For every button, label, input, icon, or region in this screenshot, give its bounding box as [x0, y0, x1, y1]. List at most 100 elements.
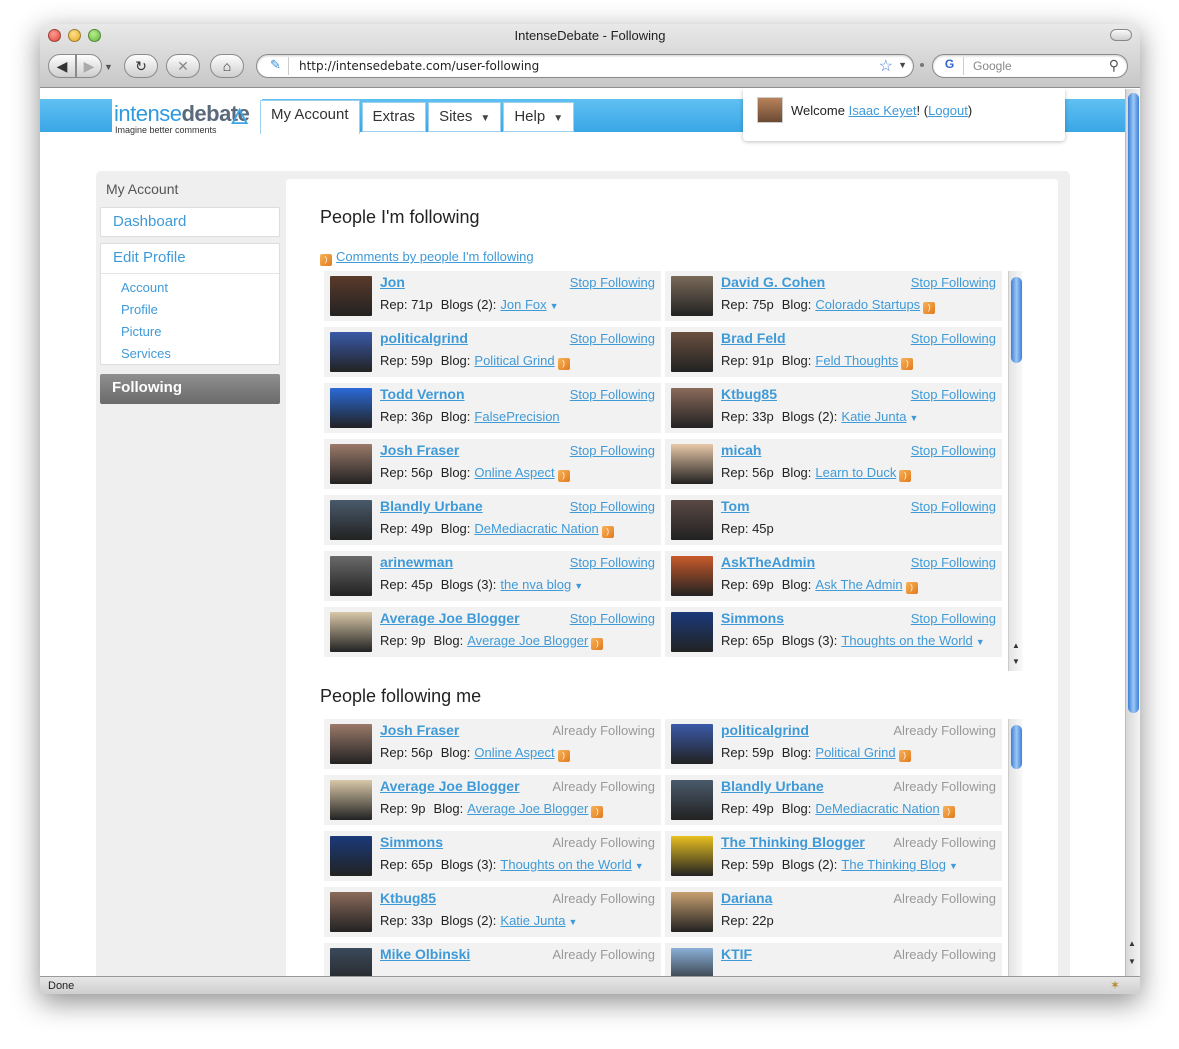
- avatar[interactable]: [671, 332, 713, 372]
- rss-icon[interactable]: ): [899, 470, 912, 482]
- avatar[interactable]: [330, 276, 372, 316]
- blog-link[interactable]: Political Grind: [474, 353, 554, 368]
- avatar[interactable]: [330, 948, 372, 976]
- avatar[interactable]: [671, 724, 713, 764]
- avatar[interactable]: [330, 332, 372, 372]
- blog-link[interactable]: the nva blog: [500, 577, 571, 592]
- chevron-down-icon[interactable]: ▼: [909, 413, 918, 423]
- tab-help[interactable]: Help ▼: [503, 102, 575, 132]
- avatar[interactable]: [330, 724, 372, 764]
- blog-link[interactable]: FalsePrecision: [474, 409, 559, 424]
- user-name-link[interactable]: AskTheAdmin: [721, 554, 815, 570]
- page-scrollbar-thumb[interactable]: [1128, 93, 1139, 713]
- stop-following-link[interactable]: Stop Following: [570, 443, 655, 458]
- address-bar[interactable]: ✎ http://intensedebate.com/user-followin…: [256, 54, 914, 78]
- home-button[interactable]: ⌂: [210, 54, 244, 78]
- stop-following-link[interactable]: Stop Following: [911, 499, 996, 514]
- user-name-link[interactable]: arinewman: [380, 554, 453, 570]
- avatar[interactable]: [671, 444, 713, 484]
- stop-following-link[interactable]: Stop Following: [911, 443, 996, 458]
- blog-link[interactable]: Average Joe Blogger: [467, 633, 588, 648]
- user-name-link[interactable]: KTIF: [721, 946, 752, 962]
- chevron-down-icon[interactable]: ▼: [550, 301, 559, 311]
- stop-following-link[interactable]: Stop Following: [911, 387, 996, 402]
- user-name-link[interactable]: Josh Fraser: [380, 722, 459, 738]
- avatar[interactable]: [330, 780, 372, 820]
- blog-link[interactable]: Katie Junta: [500, 913, 565, 928]
- user-name-link[interactable]: Ktbug85: [721, 386, 777, 402]
- user-name-link[interactable]: Brad Feld: [721, 330, 786, 346]
- reload-button[interactable]: ↻: [124, 54, 158, 78]
- stop-following-link[interactable]: Stop Following: [570, 387, 655, 402]
- avatar[interactable]: [330, 892, 372, 932]
- blog-link[interactable]: Thoughts on the World: [841, 633, 972, 648]
- chevron-down-icon[interactable]: ▼: [568, 917, 577, 927]
- scrollbar-thumb[interactable]: [1011, 725, 1022, 769]
- stop-button[interactable]: ✕: [166, 54, 200, 78]
- rss-icon[interactable]: ): [557, 358, 570, 370]
- blog-link[interactable]: DeMediacratic Nation: [474, 521, 598, 536]
- avatar[interactable]: [671, 276, 713, 316]
- sidebar-item-account[interactable]: Account: [121, 277, 279, 299]
- scroll-up-icon[interactable]: ▲: [1012, 641, 1020, 650]
- blog-link[interactable]: Feld Thoughts: [815, 353, 898, 368]
- scroll-down-icon[interactable]: ▼: [1012, 657, 1020, 666]
- avatar[interactable]: [330, 444, 372, 484]
- user-name-link[interactable]: Blandly Urbane: [721, 778, 824, 794]
- rss-icon[interactable]: ): [557, 470, 570, 482]
- search-engine-icon[interactable]: G: [936, 57, 964, 75]
- blog-link[interactable]: Political Grind: [815, 745, 895, 760]
- search-bar[interactable]: G Google ⚲: [932, 54, 1128, 78]
- forward-button[interactable]: ▶: [76, 54, 102, 78]
- avatar[interactable]: [671, 948, 713, 976]
- user-name-link[interactable]: Average Joe Blogger: [380, 778, 520, 794]
- back-button[interactable]: ◀: [48, 54, 76, 78]
- user-name-link[interactable]: Ktbug85: [380, 890, 436, 906]
- scroll-down-icon[interactable]: ▼: [1128, 957, 1136, 966]
- chevron-down-icon[interactable]: ▼: [976, 637, 985, 647]
- user-name-link[interactable]: Average Joe Blogger: [380, 610, 520, 626]
- tab-my-account[interactable]: My Account: [260, 100, 360, 134]
- tab-sites[interactable]: Sites ▼: [428, 102, 502, 132]
- sidebar-item-dashboard[interactable]: Dashboard: [100, 207, 280, 237]
- avatar[interactable]: [671, 556, 713, 596]
- blog-link[interactable]: Colorado Startups: [815, 297, 920, 312]
- followers-list[interactable]: Josh Fraser Already Following Rep: 56p Blog…: [324, 719, 1024, 976]
- stop-following-link[interactable]: Stop Following: [911, 275, 996, 290]
- stop-following-link[interactable]: Stop Following: [911, 611, 996, 626]
- rss-icon[interactable]: ): [557, 750, 570, 762]
- rss-icon[interactable]: ): [591, 806, 604, 818]
- user-name-link[interactable]: Simmons: [721, 610, 784, 626]
- avatar[interactable]: [330, 556, 372, 596]
- logout-link[interactable]: Logout: [928, 103, 968, 118]
- avatar[interactable]: [671, 388, 713, 428]
- sidebar-item-picture[interactable]: Picture: [121, 321, 279, 343]
- stop-following-link[interactable]: Stop Following: [570, 499, 655, 514]
- avatar[interactable]: [330, 612, 372, 652]
- following-comments-rss-link[interactable]: ) Comments by people I'm following: [320, 249, 534, 266]
- avatar[interactable]: [671, 892, 713, 932]
- user-name-link[interactable]: Mike Olbinski: [380, 946, 470, 962]
- toolbar-toggle-button[interactable]: [1110, 29, 1132, 41]
- rss-icon[interactable]: ): [901, 358, 914, 370]
- user-name-link[interactable]: Simmons: [380, 834, 443, 850]
- bookmark-star-icon[interactable]: ☆: [879, 56, 893, 76]
- page-scrollbar[interactable]: ▲ ▼: [1125, 89, 1140, 976]
- tab-extras[interactable]: Extras: [361, 102, 427, 132]
- avatar[interactable]: [671, 612, 713, 652]
- address-text[interactable]: http://intensedebate.com/user-following: [299, 59, 539, 73]
- rss-icon[interactable]: ): [923, 302, 936, 314]
- following-list-scrollbar[interactable]: ▲ ▼: [1008, 271, 1023, 671]
- address-dropdown-icon[interactable]: ▼: [898, 60, 907, 70]
- followers-list-scrollbar[interactable]: [1008, 719, 1023, 976]
- user-profile-link[interactable]: Isaac Keyet: [849, 103, 917, 118]
- sidebar-item-following[interactable]: Following: [100, 374, 280, 404]
- user-name-link[interactable]: The Thinking Blogger: [721, 834, 865, 850]
- avatar[interactable]: [671, 836, 713, 876]
- user-name-link[interactable]: Tom: [721, 498, 750, 514]
- blog-link[interactable]: Katie Junta: [841, 409, 906, 424]
- scroll-up-icon[interactable]: ▲: [1128, 939, 1136, 948]
- rss-icon[interactable]: ): [898, 750, 911, 762]
- rss-icon[interactable]: ): [942, 806, 955, 818]
- stop-following-link[interactable]: Stop Following: [570, 611, 655, 626]
